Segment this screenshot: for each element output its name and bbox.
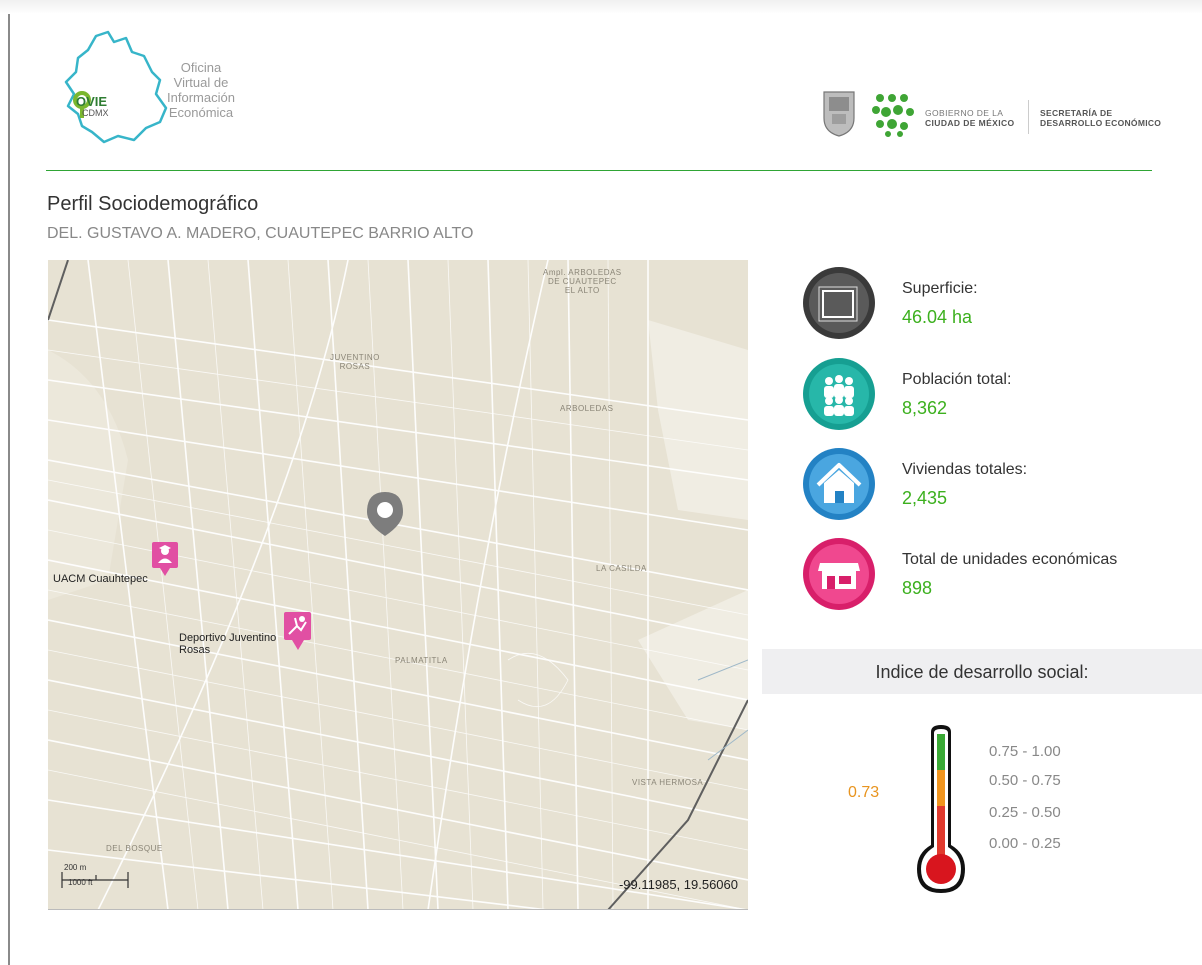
sedeco-line2: DESARROLLO ECONÓMICO [1040, 118, 1162, 128]
ovie-badge-word: OVIE [76, 94, 108, 109]
area-label-line: Ampl. ARBOLEDAS [543, 268, 622, 277]
page-title: Perfil Sociodemográfico [47, 193, 259, 215]
area-label-del-bosque: DEL BOSQUE [106, 844, 163, 853]
area-label-la-casilda: LA CASILDA [596, 564, 647, 573]
gov-separator [1028, 100, 1029, 134]
ids-value: 0.73 [848, 784, 880, 801]
page-subtitle: DEL. GUSTAVO A. MADERO, CUAUTEPEC BARRIO… [47, 225, 474, 242]
superficie-label: Superficie: [902, 280, 978, 297]
map-coordinates: -99.11985, 19.56060 [618, 877, 738, 892]
area-label-arboledas: ARBOLEDAS [560, 404, 614, 413]
ovie-name-line: Oficina [180, 60, 222, 75]
map[interactable]: Ampl. ARBOLEDAS DE CUAUTEPEC EL ALTO JUV… [48, 260, 748, 910]
poi-label-deportivo[interactable]: Deportivo Juventino Rosas [179, 632, 276, 656]
ovie-name-line: Económica [168, 105, 234, 120]
area-label-line: JUVENTINO [330, 353, 380, 362]
ids-range-4: 0.00 - 0.25 [989, 835, 1061, 852]
ids-title: Indice de desarrollo social: [875, 662, 1089, 682]
stat-unidades: Total de unidades económicas 898 [802, 537, 1192, 617]
ovie-name-line: Virtual de [173, 75, 229, 90]
area-label-ampl-arboledas: Ampl. ARBOLEDAS DE CUAUTEPEC EL ALTO [543, 268, 622, 295]
poi-label-line: Rosas [179, 644, 211, 656]
ids-range-1: 0.75 - 1.00 [989, 743, 1061, 760]
people-icon [803, 358, 875, 430]
map-streets [48, 260, 748, 910]
poblacion-value: 8,362 [902, 398, 948, 418]
browser-top-shadow [0, 0, 1202, 14]
stat-poblacion: Población total: 8,362 [802, 357, 1192, 437]
area-label-line: ROSAS [339, 362, 371, 371]
viviendas-value: 2,435 [902, 488, 948, 508]
gov-line1: GOBIERNO DE LA [925, 108, 1004, 118]
poi-label-line: Deportivo Juventino [179, 632, 277, 644]
scale-imperial: 1000 ft [68, 878, 93, 887]
ids-range-2: 0.50 - 0.75 [989, 772, 1061, 789]
thermo-bulb [926, 854, 956, 884]
unidades-value: 898 [902, 578, 933, 598]
sedeco-line1: SECRETARÍA DE [1040, 108, 1113, 118]
ids-range-3: 0.25 - 0.50 [989, 804, 1061, 821]
thermo-segment-low [937, 806, 945, 856]
gov-cdmx-text: GOBIERNO DE LA CIUDAD DE MÉXICO [925, 108, 1015, 128]
header-divider [46, 170, 1152, 171]
unidades-label: Total de unidades económicas [902, 551, 1118, 568]
stat-superficie: Superficie: 46.04 ha [802, 266, 1192, 346]
gov-line2: CIUDAD DE MÉXICO [925, 118, 1015, 128]
cdmx-shield-icon [823, 91, 855, 137]
ovie-name: Oficina Virtual de Información Económica [146, 60, 256, 120]
page-left-border [8, 14, 10, 965]
area-label-vista-hermosa: VISTA HERMOSA [632, 778, 704, 787]
cdmx-knot-icon [872, 94, 914, 137]
thermo-segment-high [937, 734, 945, 770]
area-label-line: EL ALTO [564, 286, 600, 295]
ovie-name-line: Información [167, 90, 235, 105]
sedeco-text: SECRETARÍA DE DESARROLLO ECONÓMICO [1040, 108, 1161, 128]
scale-metric: 200 m [64, 863, 87, 872]
area-label-palmatitla: PALMATITLA [395, 656, 448, 665]
thermo-segment-mid [937, 770, 945, 806]
store-icon [803, 538, 875, 610]
stat-viviendas: Viviendas totales: 2,435 [802, 447, 1192, 527]
ids-header: Indice de desarrollo social: [762, 649, 1202, 694]
viviendas-label: Viviendas totales: [902, 461, 1028, 478]
area-icon [803, 267, 875, 339]
poblacion-label: Población total: [902, 371, 1012, 388]
ovie-badge-sub: CDMX [82, 108, 109, 118]
superficie-value: 46.04 ha [902, 307, 973, 327]
area-label-juventino: JUVENTINO ROSAS [330, 353, 380, 371]
thermometer-icon [917, 725, 965, 893]
poi-label-uacm[interactable]: UACM Cuauhtepec [53, 573, 148, 585]
area-label-line: DE CUAUTEPEC [547, 277, 617, 286]
house-icon [803, 448, 875, 520]
map-bottom-border [48, 909, 748, 910]
